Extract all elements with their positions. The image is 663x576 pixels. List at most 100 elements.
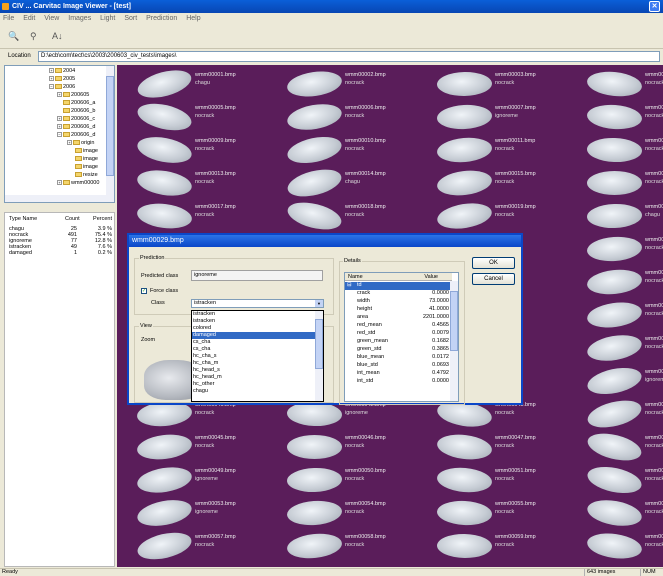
menu-view[interactable]: View: [44, 15, 59, 22]
expand-icon[interactable]: +: [49, 68, 54, 74]
menu-help[interactable]: Help: [186, 15, 200, 22]
class-option-selected[interactable]: damaged: [192, 332, 317, 339]
thumbnail-image[interactable]: [587, 171, 642, 195]
details-grid[interactable]: Name Value ⊟ td crack 0.0000 width 73.0000 …: [344, 272, 459, 402]
class-option[interactable]: istracken: [192, 311, 317, 318]
tree-node[interactable]: +200605: [57, 92, 89, 99]
thumbnail-image[interactable]: [585, 299, 644, 331]
folder-tree[interactable]: +2004 +2005 −2006 +200605 200606_a 20060…: [4, 65, 115, 203]
details-row[interactable]: red_std 0.0079: [345, 330, 452, 338]
menu-edit[interactable]: Edit: [23, 15, 35, 22]
details-root-row[interactable]: ⊟ td: [345, 282, 452, 290]
thumbnail-image[interactable]: [585, 69, 644, 99]
thumbnail-image[interactable]: [135, 463, 194, 497]
tree-node[interactable]: +200606_d: [57, 124, 95, 131]
thumbnail-image[interactable]: [435, 431, 494, 463]
force-class-checkbox[interactable]: ✓: [141, 288, 147, 294]
class-option[interactable]: hc_cha_m: [192, 360, 317, 367]
gallery-item[interactable]: wmm00059.bmp nocrack: [417, 527, 552, 567]
zoom-icon[interactable]: 🔍: [8, 31, 19, 42]
tree-node[interactable]: image: [75, 164, 98, 171]
expand-icon[interactable]: +: [57, 124, 62, 130]
tree-node[interactable]: + wmm00000: [57, 180, 99, 187]
gallery-item[interactable]: wmm00058.bmp nocrack: [267, 527, 402, 567]
collapse-icon[interactable]: −: [57, 132, 62, 138]
class-option[interactable]: istracken: [192, 318, 317, 325]
thumbnail-image[interactable]: [285, 100, 344, 134]
details-row[interactable]: blue_mean 0.0172: [345, 354, 452, 362]
thumbnail-image[interactable]: [135, 528, 194, 564]
thumbnail-image[interactable]: [285, 531, 344, 561]
thumbnail-image[interactable]: [585, 462, 644, 498]
expand-icon[interactable]: +: [57, 92, 62, 98]
thumbnail-image[interactable]: [135, 132, 194, 168]
tree-node[interactable]: image: [75, 148, 98, 155]
thumbnail-image[interactable]: [135, 431, 194, 463]
menu-images[interactable]: Images: [68, 15, 91, 22]
filter-icon[interactable]: ⚲: [30, 31, 37, 42]
class-option[interactable]: hc_other: [192, 381, 317, 388]
details-row[interactable]: green_mean 0.1682: [345, 338, 452, 346]
thumbnail-image[interactable]: [436, 103, 493, 131]
thumbnail-image[interactable]: [586, 103, 643, 131]
dropdown-scroll-thumb[interactable]: [315, 319, 323, 369]
tree-scroll-thumb[interactable]: [106, 76, 114, 176]
menu-sort[interactable]: Sort: [124, 15, 137, 22]
expand-icon[interactable]: +: [49, 76, 54, 82]
thumbnail-image[interactable]: [284, 164, 345, 202]
gallery-item[interactable]: wmm00060.bmp nocrack: [567, 527, 663, 567]
thumbnail-image[interactable]: [285, 68, 344, 100]
class-option[interactable]: chagu: [192, 388, 317, 395]
expand-icon[interactable]: +: [67, 140, 72, 146]
thumbnail-image[interactable]: [586, 137, 643, 163]
thumbnail-image[interactable]: [435, 167, 494, 199]
thumbnail-image[interactable]: [135, 99, 194, 135]
details-scroll-thumb[interactable]: [450, 291, 458, 351]
menu-light[interactable]: Light: [100, 15, 115, 22]
ok-button[interactable]: OK: [472, 257, 515, 269]
class-option[interactable]: cs_cha: [192, 339, 317, 346]
thumbnail-image[interactable]: [436, 465, 493, 495]
thumbnail-image[interactable]: [584, 395, 645, 433]
tree-node[interactable]: 200606_b: [63, 108, 95, 115]
details-row[interactable]: height 41.0000: [345, 306, 452, 314]
thumbnail-image[interactable]: [585, 496, 644, 530]
location-input[interactable]: D:\ecb\com\tect\cs\2003\200603_civ_tests…: [38, 51, 660, 62]
thumbnail-image[interactable]: [286, 499, 343, 527]
details-row[interactable]: area 2201.0000: [345, 314, 452, 322]
class-select[interactable]: istracken ▼: [191, 299, 324, 308]
details-row[interactable]: crack 0.0000: [345, 290, 452, 298]
class-option[interactable]: hc_cha_s: [192, 353, 317, 360]
expand-icon[interactable]: +: [57, 180, 62, 186]
thumbnail-image[interactable]: [585, 530, 644, 562]
details-scrollbar[interactable]: [450, 281, 458, 401]
tree-node[interactable]: +200606_c: [57, 116, 95, 123]
thumbnail-image[interactable]: [586, 203, 643, 229]
sort-icon[interactable]: A↓: [52, 31, 63, 41]
collapse-icon[interactable]: −: [49, 84, 54, 90]
tree-node[interactable]: + origin: [67, 140, 94, 147]
tree-node[interactable]: image: [75, 156, 98, 163]
thumbnail-image[interactable]: [585, 331, 644, 365]
menu-prediction[interactable]: Prediction: [146, 15, 177, 22]
thumbnail-image[interactable]: [135, 166, 194, 200]
cancel-button[interactable]: Cancel: [472, 273, 515, 285]
tree-node[interactable]: 200606_a: [63, 100, 95, 107]
class-option[interactable]: colored: [192, 325, 317, 332]
expand-icon[interactable]: +: [57, 116, 62, 122]
thumbnail-image[interactable]: [135, 495, 194, 531]
details-row[interactable]: int_mean 0.4792: [345, 370, 452, 378]
chevron-down-icon[interactable]: ▼: [315, 300, 323, 307]
thumbnail-image[interactable]: [286, 467, 343, 493]
class-option[interactable]: hc_head_s: [192, 367, 317, 374]
tree-node[interactable]: +2004: [49, 68, 75, 75]
tree-node[interactable]: −2006: [49, 84, 75, 91]
details-row[interactable]: width 73.0000: [345, 298, 452, 306]
thumbnail-image[interactable]: [585, 267, 644, 297]
thumbnail-image[interactable]: [584, 428, 645, 466]
thumbnail-image[interactable]: [585, 363, 644, 399]
details-row[interactable]: int_std 0.0000: [345, 378, 452, 386]
tree-hscrollbar[interactable]: [5, 195, 108, 202]
table-row[interactable]: damaged 1 0.2 %: [5, 250, 116, 256]
tree-node[interactable]: −200606_d: [57, 132, 95, 139]
